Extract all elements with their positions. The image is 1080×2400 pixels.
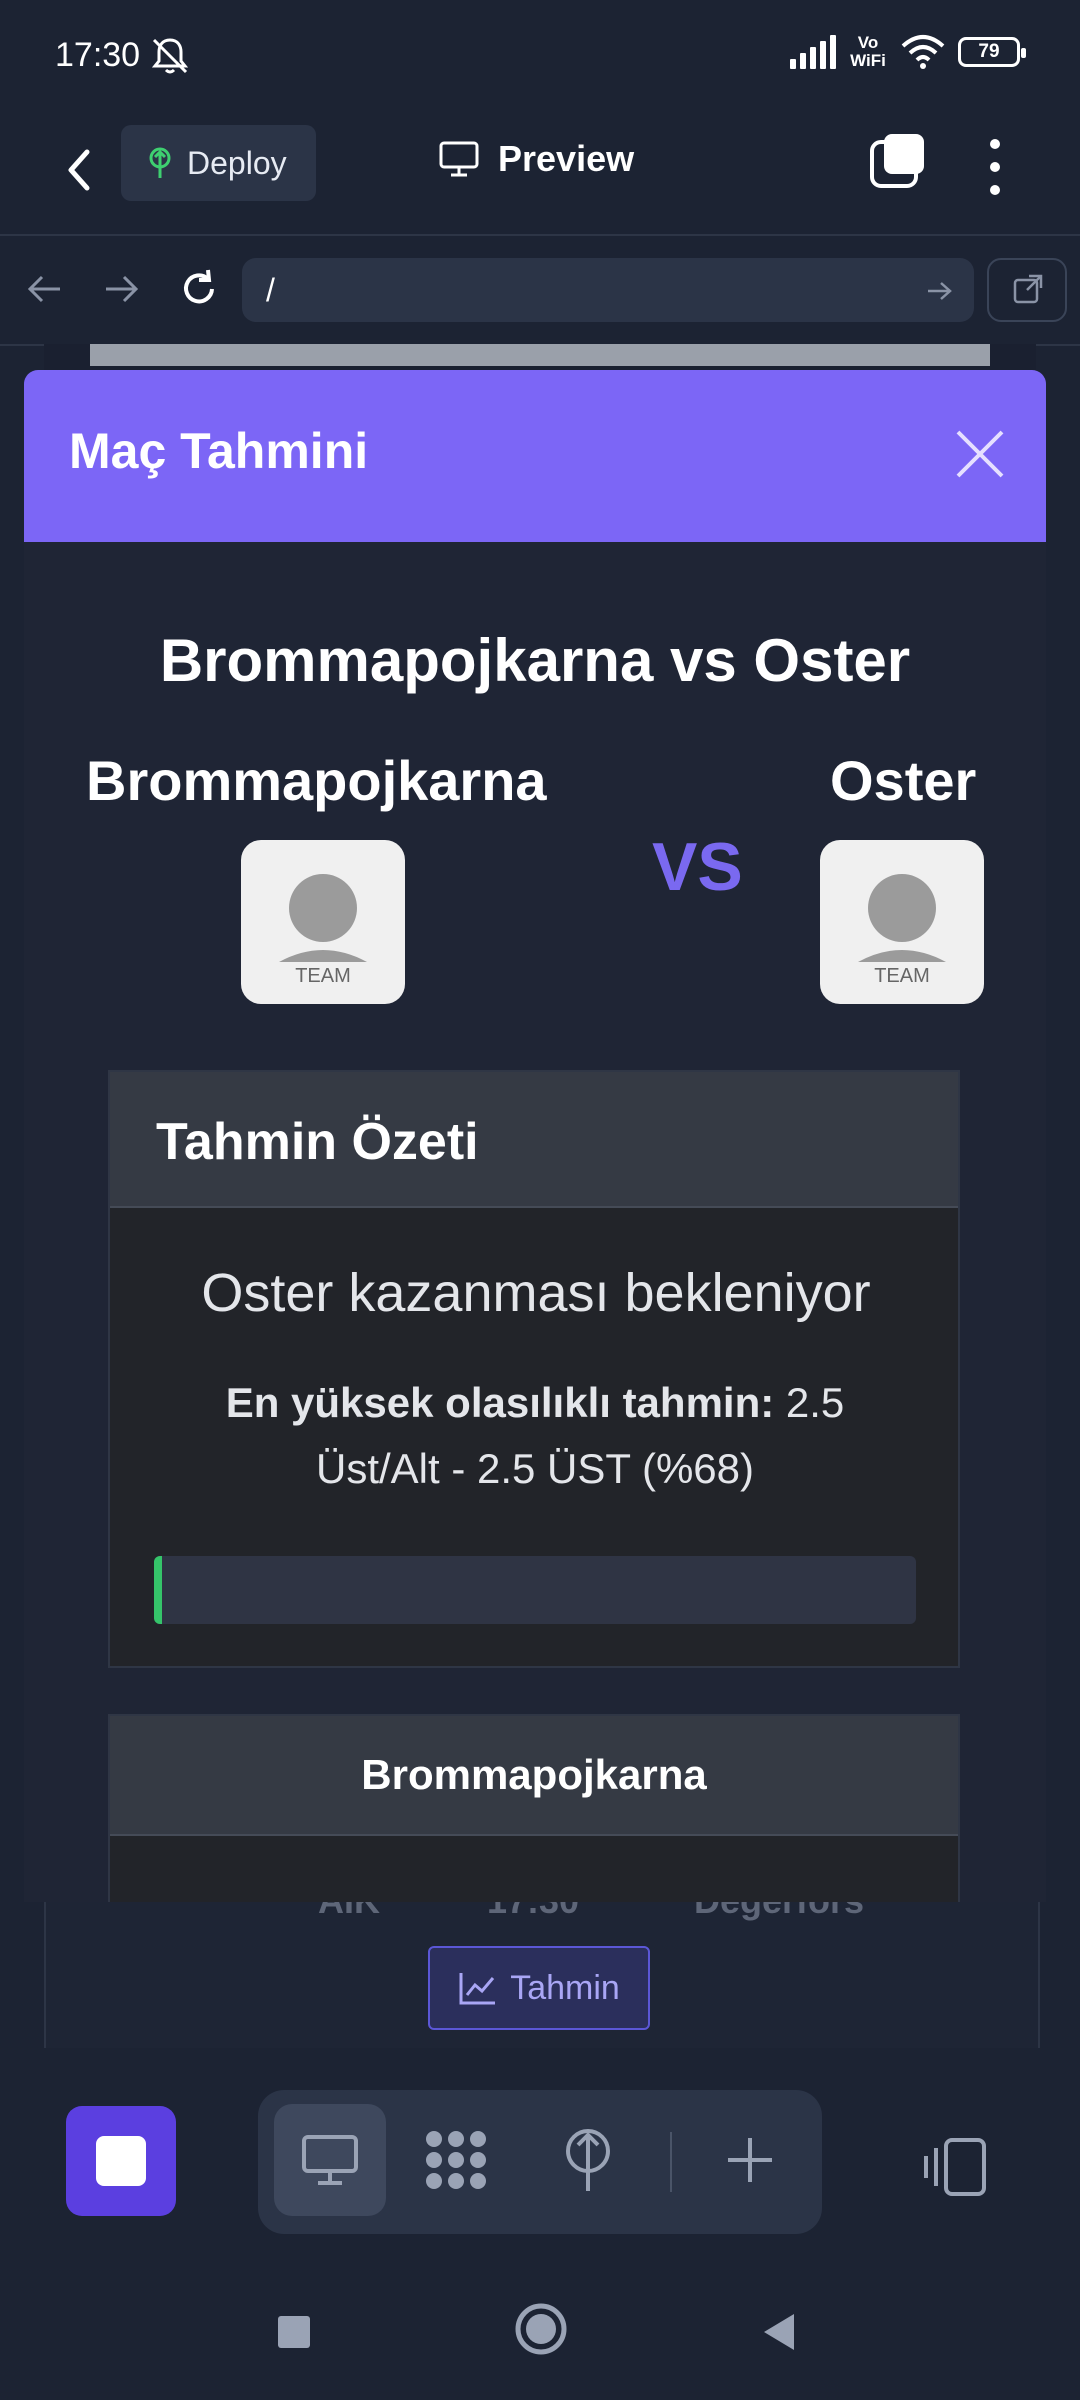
go-arrow-icon[interactable]	[924, 276, 954, 306]
mute-bell-icon	[151, 38, 189, 74]
home-circle-icon[interactable]	[514, 2302, 568, 2356]
tahmin-button[interactable]: Tahmin	[428, 1946, 650, 2030]
status-bar: 17:30 Vo WiFi 79	[0, 0, 1080, 110]
battery-indicator: 79	[958, 37, 1026, 67]
team-placeholder-icon: TEAM	[858, 874, 946, 987]
more-options-icon[interactable]	[975, 132, 1015, 202]
away-team-logo: TEAM	[820, 840, 984, 1004]
preview-label: Preview	[498, 138, 635, 179]
back-arrow-icon[interactable]	[55, 140, 105, 200]
browser-forward-icon[interactable]	[96, 264, 146, 314]
confidence-progress-bar	[154, 1556, 916, 1624]
open-external-button[interactable]	[987, 258, 1067, 322]
status-time: 17:30	[55, 36, 141, 74]
deploy-label: Deploy	[187, 144, 287, 181]
app-header: Deploy Preview	[0, 110, 1080, 236]
home-team-card-header: Brommapojkarna	[110, 1716, 958, 1836]
system-navigation-bar	[0, 2272, 1080, 2400]
team-placeholder-icon: TEAM	[279, 874, 367, 987]
monitor-icon	[302, 2135, 358, 2185]
add-tool-button[interactable]	[694, 2104, 806, 2216]
home-team-logo: TEAM	[241, 840, 405, 1004]
vs-label: VS	[652, 829, 743, 905]
deploy-icon	[566, 2129, 610, 2191]
confidence-progress-fill	[154, 1556, 162, 1624]
url-bar: /	[0, 236, 1080, 346]
expected-outcome: Oster kazanması bekleniyor	[201, 1263, 871, 1323]
plus-icon	[728, 2138, 772, 2182]
prediction-modal: Maç Tahmini Brommapojkarna vs Oster Brom…	[24, 370, 1046, 1902]
vowifi-label: Vo WiFi	[850, 33, 886, 70]
external-link-icon	[1013, 274, 1043, 304]
back-triangle-icon[interactable]	[760, 2312, 798, 2352]
deploy-icon	[149, 147, 171, 178]
wifi-icon	[901, 35, 945, 69]
home-team-card: Brommapojkarna	[108, 1714, 960, 1902]
summary-title: Tahmin Özeti	[156, 1113, 479, 1171]
bottom-toolbar	[0, 2048, 1080, 2272]
tabs-icon[interactable]	[868, 130, 928, 190]
toolbar-divider	[670, 2132, 672, 2192]
deploy-view-button[interactable]	[532, 2104, 644, 2216]
match-title: Brommapojkarna vs Oster	[159, 627, 911, 694]
url-text: /	[266, 272, 275, 308]
away-team-logo-label: TEAM	[874, 965, 930, 987]
close-icon[interactable]	[952, 426, 1008, 482]
best-prediction: En yüksek olasılıklı tahmin: 2.5 Üst/Alt…	[170, 1370, 900, 1502]
tahmin-label: Tahmin	[510, 1968, 620, 2007]
modal-header: Maç Tahmini	[24, 370, 1046, 542]
home-team-name: Brommapojkarna	[86, 749, 547, 812]
signal-icon	[790, 35, 836, 69]
background-alert-card	[90, 344, 990, 366]
prediction-summary-card: Tahmin Özeti Oster kazanması bekleniyor …	[108, 1070, 960, 1668]
summary-card-header: Tahmin Özeti	[110, 1072, 958, 1208]
agent-icon	[426, 2131, 486, 2189]
view-switcher	[258, 2090, 822, 2234]
split-panel-icon[interactable]	[920, 2134, 990, 2200]
reload-icon[interactable]	[174, 264, 224, 314]
deploy-button[interactable]: Deploy	[121, 125, 316, 201]
url-input[interactable]: /	[242, 258, 974, 322]
preview-tab[interactable]: Preview	[438, 138, 634, 180]
away-team-name: Oster	[830, 749, 977, 812]
best-prediction-label: En yüksek olasılıklı tahmin:	[225, 1379, 775, 1426]
recents-square-icon[interactable]	[276, 2314, 312, 2350]
home-team-logo-label: TEAM	[295, 965, 351, 987]
preview-view-button[interactable]	[274, 2104, 386, 2216]
agent-view-button[interactable]	[400, 2104, 512, 2216]
browser-back-icon[interactable]	[20, 264, 70, 314]
modal-title: Maç Tahmini	[69, 423, 369, 479]
monitor-icon	[439, 141, 479, 177]
chart-line-icon	[459, 1973, 496, 2005]
stop-icon	[96, 2136, 146, 2186]
stop-button[interactable]	[66, 2106, 176, 2216]
status-icons: Vo WiFi 79	[790, 33, 1026, 70]
